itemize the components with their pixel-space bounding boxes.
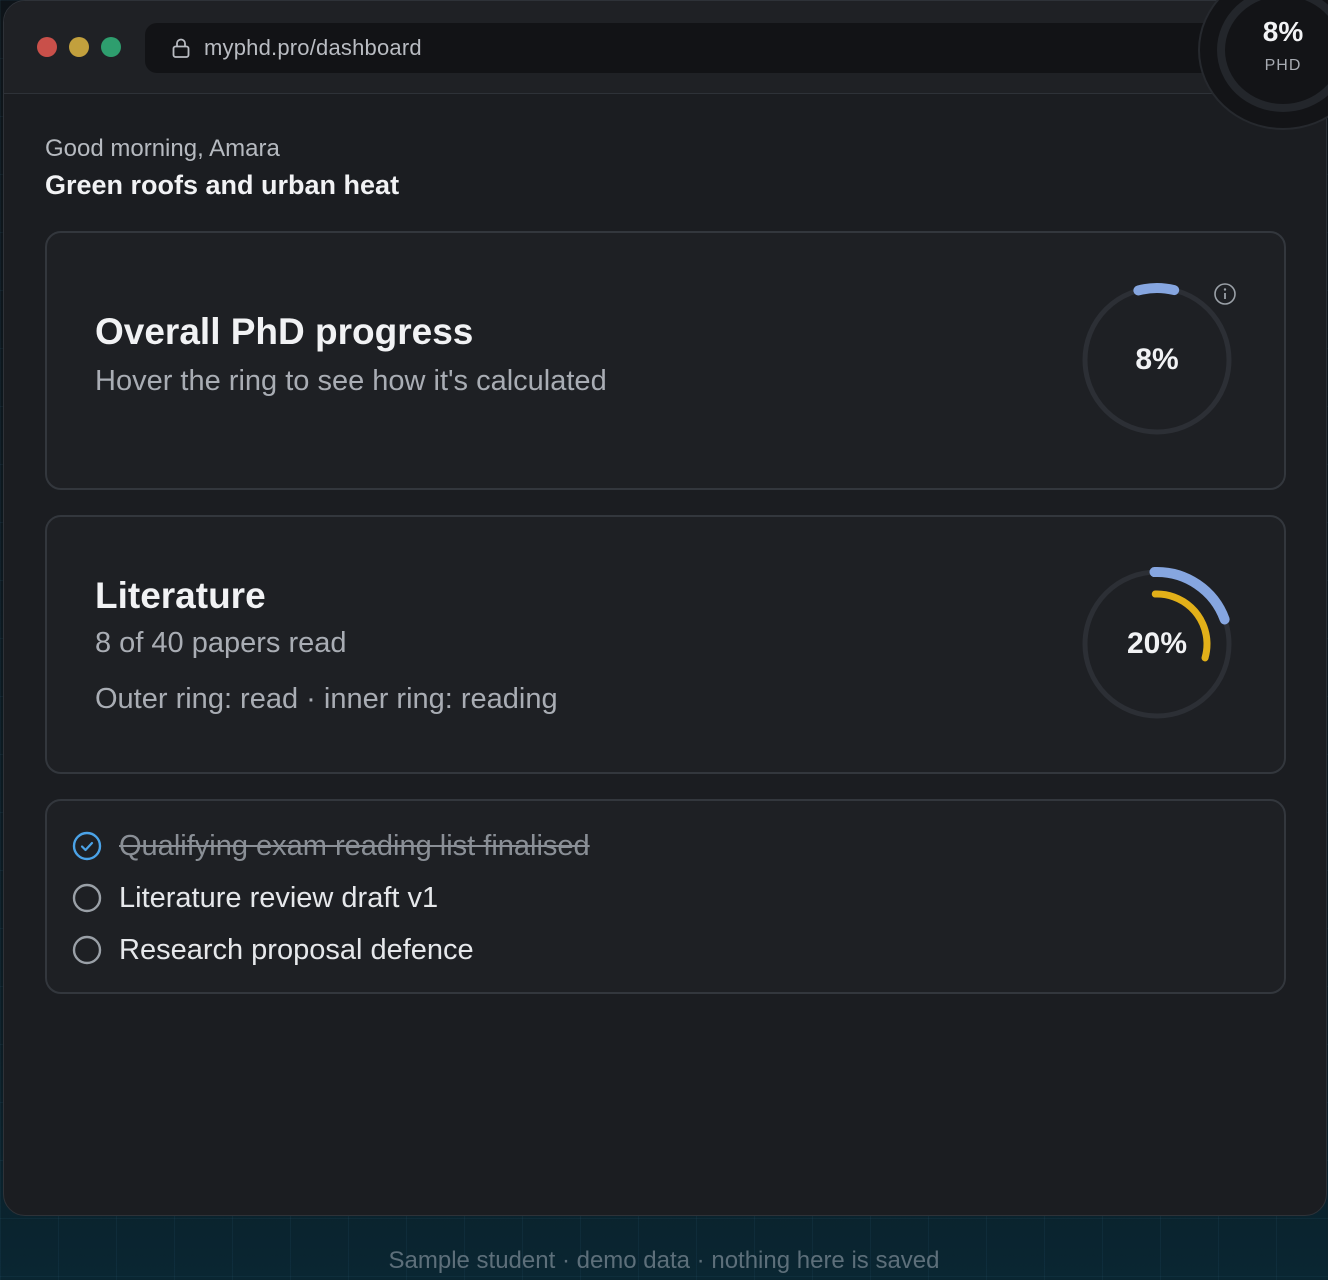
milestone-label: Qualifying exam reading list finalised [119, 829, 590, 862]
browser-titlebar: myphd.pro/dashboard [4, 1, 1326, 94]
browser-window: myphd.pro/dashboard Good morning, Amara … [3, 0, 1327, 1216]
address-bar[interactable]: myphd.pro/dashboard [145, 23, 1265, 73]
empty-circle-icon[interactable] [71, 934, 103, 966]
literature-papers-read: 8 of 40 papers read [95, 627, 347, 659]
overall-progress-subtitle: Hover the ring to see how it's calculate… [95, 365, 607, 397]
checked-circle-icon[interactable] [71, 830, 103, 862]
project-title: Green roofs and urban heat [45, 170, 400, 200]
overall-progress-title: Overall PhD progress [95, 311, 474, 352]
literature-progress-value: 20% [1126, 627, 1188, 660]
milestone-item[interactable]: Qualifying exam reading list finalised [71, 828, 590, 864]
milestone-label: Literature review draft v1 [119, 881, 439, 914]
phd-progress-badge-label: PHD [1264, 57, 1302, 74]
address-bar-url: myphd.pro/dashboard [204, 35, 422, 60]
footer-note: Sample student · demo data · nothing her… [388, 1247, 940, 1274]
milestone-label: Research proposal defence [119, 933, 474, 966]
literature-title: Literature [95, 575, 266, 616]
info-icon[interactable] [1213, 282, 1237, 306]
literature-card: Literature 8 of 40 papers read Outer rin… [45, 515, 1286, 774]
lock-icon [172, 38, 190, 58]
minimize-window-button[interactable] [69, 37, 89, 57]
empty-circle-icon[interactable] [71, 882, 103, 914]
close-window-button[interactable] [37, 37, 57, 57]
maximize-window-button[interactable] [101, 37, 121, 57]
overall-progress-card: Overall PhD progress Hover the ring to s… [45, 231, 1286, 490]
phd-progress-badge-value: 8% [1262, 16, 1304, 47]
milestone-item[interactable]: Research proposal defence [71, 932, 474, 968]
overall-progress-value: 8% [1135, 343, 1179, 376]
milestones-card: Qualifying exam reading list finalised L… [45, 799, 1286, 994]
milestone-item[interactable]: Literature review draft v1 [71, 880, 438, 916]
greeting: Good morning, Amara [45, 135, 280, 162]
literature-ring-note: Outer ring: read · inner ring: reading [95, 683, 558, 715]
